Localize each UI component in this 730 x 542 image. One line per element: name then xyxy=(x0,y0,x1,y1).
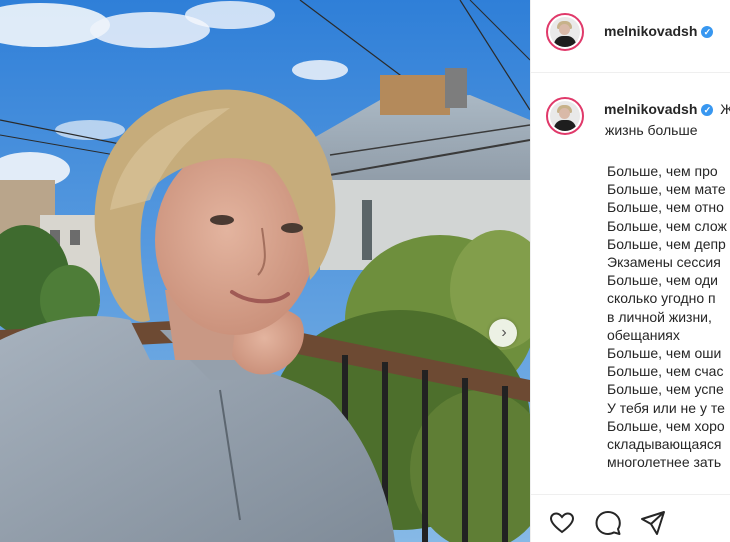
caption-line: обещаниях xyxy=(607,326,680,343)
post-header: melnikovadsh ✓ xyxy=(531,0,730,73)
avatar-image xyxy=(550,101,580,131)
caption-second-line: жизнь больше xyxy=(605,122,698,138)
caption-line: Больше, чем счас xyxy=(607,363,724,380)
caption-username-link[interactable]: melnikovadsh ✓ Ж xyxy=(604,101,730,117)
caption-username-text[interactable]: melnikovadsh xyxy=(604,101,697,117)
caption-line: сколько угодно п xyxy=(607,290,716,307)
caption-line: многолетнее зать xyxy=(607,454,722,471)
post-side-panel: melnikovadsh ✓ melnikovadsh ✓ Ж жизнь боль… xyxy=(530,0,730,542)
caption-body: Больше, чем про Больше, чем мате Больше,… xyxy=(607,162,727,471)
caption-first-line-text: Ж xyxy=(720,101,730,117)
caption-line: Больше, чем хоро xyxy=(607,417,725,434)
next-photo-button[interactable]: › xyxy=(489,319,517,347)
caption-line: Больше, чем депр xyxy=(607,235,726,252)
comment-icon[interactable] xyxy=(594,509,622,537)
heart-icon[interactable] xyxy=(548,509,576,537)
verified-badge-icon: ✓ xyxy=(701,104,714,117)
caption-line: в личной жизни, xyxy=(607,308,712,325)
caption-line: У тебя или не у те xyxy=(607,399,725,416)
caption-line: Экзамены сессия xyxy=(607,254,721,271)
caption-line: Больше, чем оши xyxy=(607,345,722,362)
send-icon[interactable] xyxy=(639,509,667,537)
caption-avatar[interactable] xyxy=(546,97,584,135)
avatar-image xyxy=(550,17,580,47)
caption-line: Больше, чем про xyxy=(607,163,718,179)
username-text[interactable]: melnikovadsh xyxy=(604,23,697,39)
username-link[interactable]: melnikovadsh ✓ xyxy=(604,23,714,39)
verified-badge-icon: ✓ xyxy=(701,26,714,39)
caption-line: Больше, чем отно xyxy=(607,199,724,216)
post-photo: › xyxy=(0,0,530,542)
selfie-photo-image xyxy=(0,0,530,542)
caption-line: Больше, чем слож xyxy=(607,217,727,234)
caption-line: Больше, чем мате xyxy=(607,181,726,198)
caption-line: складывающаяся xyxy=(607,436,722,453)
caption-line: Больше, чем оди xyxy=(607,272,718,289)
avatar[interactable] xyxy=(546,13,584,51)
post-actions-bar xyxy=(531,494,730,542)
chevron-right-icon: › xyxy=(501,324,507,341)
caption-line: Больше, чем успе xyxy=(607,381,724,398)
